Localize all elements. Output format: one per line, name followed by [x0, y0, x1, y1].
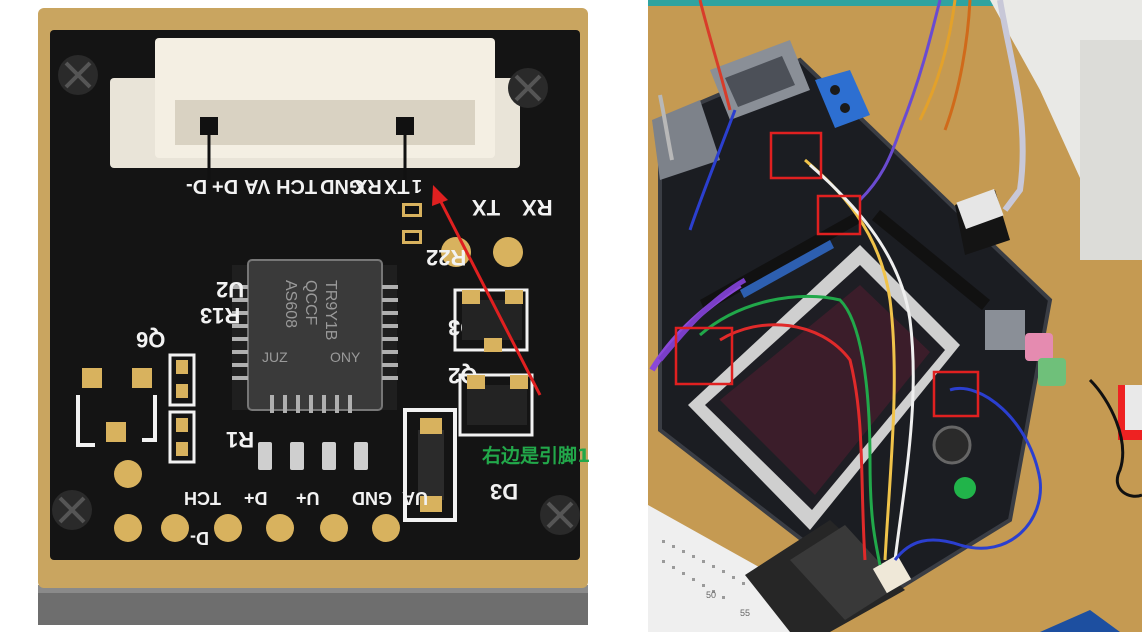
- pin-label-3: VA: [244, 175, 270, 197]
- screw-bottom-left: [52, 490, 92, 530]
- pad-label-d-minus: D-: [190, 528, 209, 548]
- side-label-rx: RX: [522, 195, 553, 220]
- breadboard-number-50: 50: [706, 590, 716, 600]
- photo-composite: D- D+ VA TCH GND RX TX 1 TX RX AS608 QCC…: [0, 0, 1142, 632]
- white-connector: [110, 38, 520, 180]
- left-photo-fingerprint-module: D- D+ VA TCH GND RX TX 1 TX RX AS608 QCC…: [0, 0, 648, 632]
- chip-marking-4: JUZ: [262, 349, 288, 365]
- pin-label-4: TCH: [276, 175, 317, 197]
- label-q6: Q6: [136, 327, 165, 352]
- pad-label-d-plus: D+: [244, 488, 268, 508]
- label-r22: R22: [426, 245, 466, 270]
- label-r13: R13: [200, 303, 240, 328]
- annotation-pin-one: 右边是引脚1: [481, 444, 590, 467]
- label-u2: U2: [216, 277, 244, 302]
- chip-marking-5: ONY: [330, 349, 361, 365]
- chip-marking-3: TR9Y1B: [322, 280, 339, 340]
- label-d3: D3: [490, 479, 518, 504]
- coin-cell: [932, 425, 972, 465]
- side-label-tx: TX: [472, 195, 500, 220]
- screw-top-right: [508, 68, 548, 108]
- pin-one-marker: 1: [412, 176, 422, 196]
- pad-label-tch: TCH: [184, 488, 221, 508]
- pin-label-7: TX: [383, 175, 409, 197]
- right-photo-dev-board: 50 55: [648, 0, 1142, 632]
- screw-bottom-right: [540, 495, 580, 535]
- chip-marking-1: AS608: [282, 280, 299, 328]
- label-r1: R1: [226, 427, 254, 452]
- pin-label-2: D+: [212, 175, 238, 197]
- chip-marking-2: QCCF: [302, 280, 319, 326]
- audio-jack-green: [1038, 358, 1066, 386]
- pad-label-gnd: GND: [352, 488, 392, 508]
- pin-label-1: D-: [186, 175, 207, 197]
- breadboard-number-55: 55: [740, 608, 750, 618]
- main-chip: AS608 QCCF TR9Y1B JUZ ONY: [232, 259, 398, 413]
- pin-label-6: RX: [353, 175, 381, 197]
- connector-pin-labels: D- D+ VA TCH GND RX TX 1: [186, 175, 422, 197]
- gold-pad-rx: [493, 237, 523, 267]
- screw-top-left: [58, 55, 98, 95]
- green-component: [954, 477, 976, 499]
- pad-label-u-plus: U+: [296, 488, 320, 508]
- pad-label-ua: UA: [402, 488, 428, 508]
- audio-jack-pink: [1025, 333, 1053, 361]
